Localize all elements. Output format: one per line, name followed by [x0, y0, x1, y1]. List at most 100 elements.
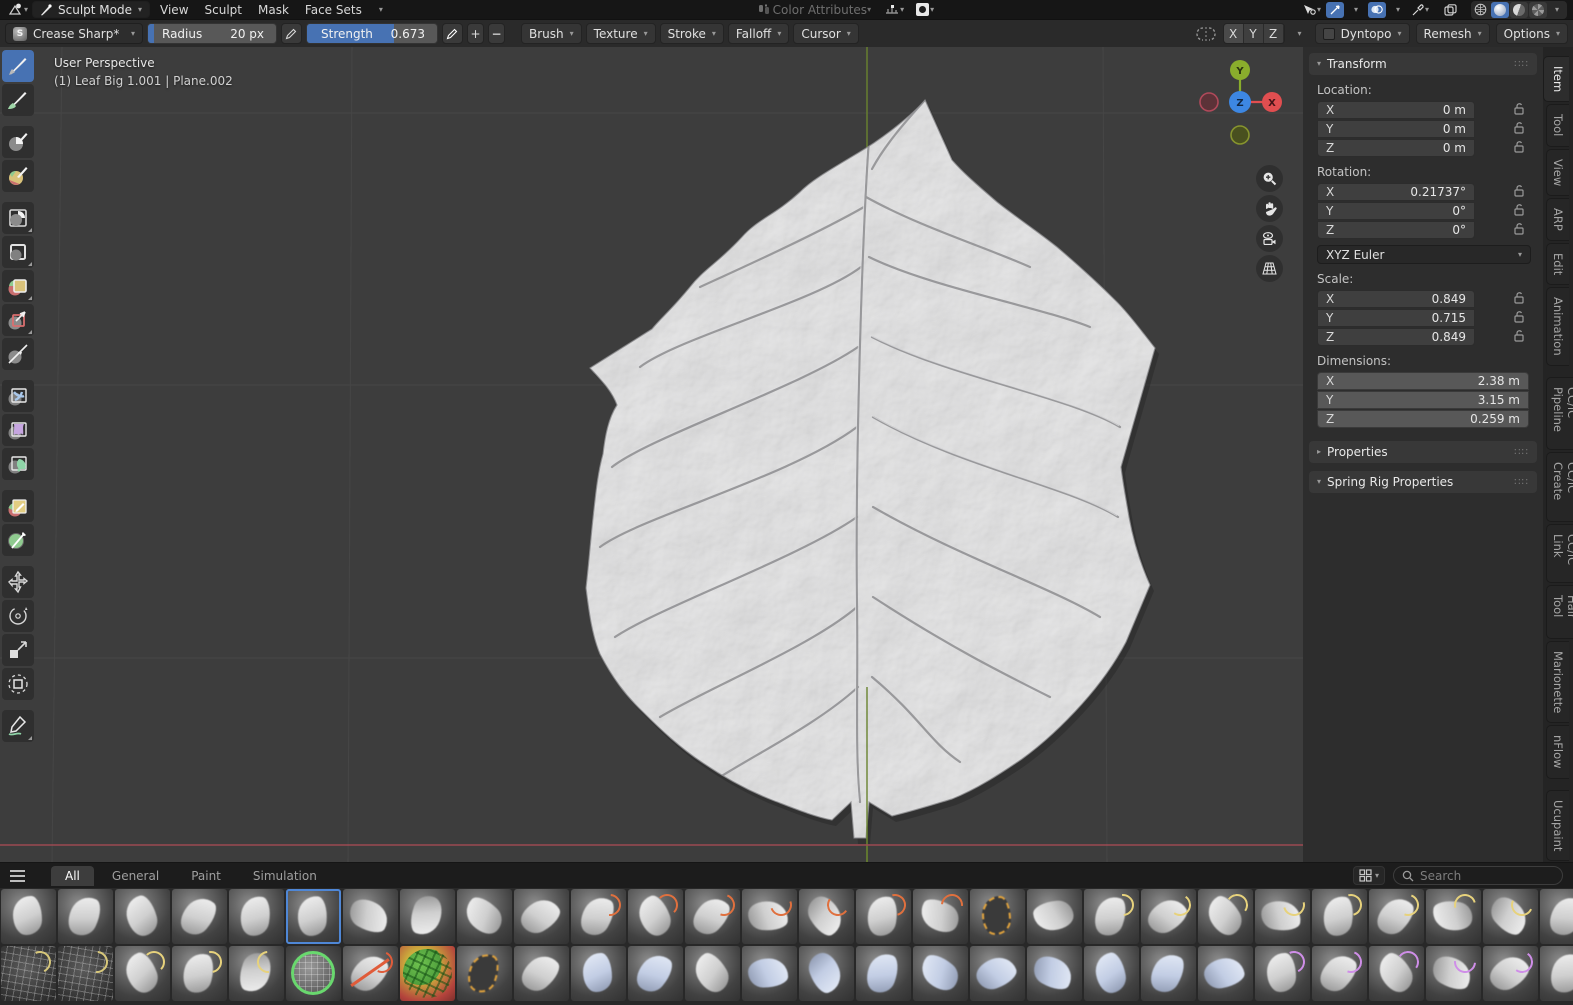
gizmos-dropdown[interactable]: ▾ — [1347, 2, 1365, 18]
brush-thumbnail[interactable] — [571, 946, 626, 1001]
shading-dropdown[interactable]: ▾ — [1548, 2, 1566, 18]
brush-thumbnail[interactable] — [685, 889, 740, 944]
sidebar-tab-ucupaint[interactable]: Ucupaint — [1546, 790, 1569, 861]
shelf-tab-all[interactable]: All — [51, 866, 94, 886]
brush-thumbnail[interactable] — [229, 946, 284, 1001]
brush-thumbnail[interactable] — [1312, 889, 1367, 944]
rotation-mode-dropdown[interactable]: XYZ Euler ▾ — [1317, 245, 1531, 264]
cloth-filter-tool[interactable] — [2, 414, 34, 446]
brush-thumbnail[interactable] — [457, 946, 512, 1001]
mirror-axis-z[interactable]: Z — [1264, 24, 1284, 43]
brush-thumbnail[interactable] — [1027, 889, 1082, 944]
brush-thumbnail[interactable] — [685, 946, 740, 1001]
sidebar-tab-tool[interactable]: Tool — [1546, 104, 1569, 146]
rotate-tool[interactable] — [2, 600, 34, 632]
unlock-icon[interactable] — [1513, 203, 1525, 219]
brush-display-dropdown[interactable]: ▾ — [914, 2, 936, 18]
brush-thumbnail[interactable] — [913, 889, 968, 944]
menu-face-sets[interactable]: Face Sets — [297, 2, 370, 18]
brush-thumbnail[interactable] — [514, 889, 569, 944]
axis-minus-x[interactable] — [1200, 93, 1218, 111]
brush-thumbnail[interactable] — [1198, 946, 1253, 1001]
camera-view-button[interactable] — [1256, 225, 1283, 252]
box-face-set-tool[interactable] — [2, 270, 34, 302]
brush-thumbnail[interactable] — [58, 889, 113, 944]
shelf-display-dropdown[interactable]: ▾ — [1353, 866, 1385, 885]
shelf-tab-general[interactable]: General — [98, 866, 173, 886]
mask-by-color-tool[interactable] — [2, 524, 34, 556]
mesh-filter-tool[interactable] — [2, 380, 34, 412]
sidebar-tab-arp[interactable]: ARP — [1546, 198, 1569, 241]
transform-panel-header[interactable]: ▾ Transform ∷∷ — [1309, 53, 1537, 75]
brush-thumbnail[interactable] — [856, 946, 911, 1001]
brush-thumbnail[interactable] — [1540, 889, 1573, 944]
navigation-gizmo[interactable]: Y X Z — [1195, 52, 1290, 147]
mask-brush[interactable] — [2, 126, 34, 158]
mirror-axis-y[interactable]: Y — [1244, 24, 1264, 43]
brush-subtract-button[interactable]: − — [488, 23, 505, 44]
scale-z-field[interactable]: Z0.849 — [1317, 328, 1475, 346]
radius-slider[interactable]: Radius 20 px — [147, 23, 277, 44]
popover-cursor[interactable]: Cursor▾ — [793, 23, 858, 44]
panel-drag-handle[interactable]: ∷∷ — [1514, 477, 1529, 488]
brush-thumbnail[interactable] — [286, 946, 341, 1001]
dimension-x-field[interactable]: X2.38 m — [1317, 372, 1529, 390]
brush-thumbnail[interactable] — [400, 889, 455, 944]
brush-thumbnail[interactable] — [571, 889, 626, 944]
location-y-field[interactable]: Y0 m — [1317, 120, 1475, 138]
brush-thumbnail[interactable] — [400, 946, 455, 1001]
brush-thumbnail[interactable] — [457, 889, 512, 944]
brush-thumbnail[interactable] — [172, 889, 227, 944]
rotation-x-field[interactable]: X0.21737° — [1317, 183, 1475, 201]
object-visibility-dropdown[interactable]: ▾ — [1301, 2, 1323, 18]
brush-thumbnail[interactable] — [1255, 889, 1310, 944]
viewport-3d[interactable]: User Perspective (1) Leaf Big 1.001 | Pl… — [0, 47, 1573, 862]
brush-thumbnail[interactable] — [1198, 889, 1253, 944]
popover-falloff[interactable]: Falloff▾ — [728, 23, 789, 44]
radius-pressure-toggle[interactable] — [281, 23, 302, 44]
brush-thumbnail[interactable] — [970, 889, 1025, 944]
draw-brush[interactable] — [2, 50, 34, 82]
box-mask-tool[interactable] — [2, 202, 34, 234]
sidebar-tab-hair-tool[interactable]: Hair Tool — [1546, 585, 1573, 639]
location-z-field[interactable]: Z0 m — [1317, 139, 1475, 157]
sidebar-tab-cc-ic-link[interactable]: CC/iC Link — [1546, 524, 1573, 583]
dimension-y-field[interactable]: Y3.15 m — [1317, 391, 1529, 409]
brush-thumbnail[interactable] — [1, 946, 56, 1001]
sidebar-tab-cc-ic-create[interactable]: CC/iC Create — [1546, 452, 1573, 521]
unlock-icon[interactable] — [1513, 140, 1525, 156]
draw-face-sets-brush[interactable] — [2, 160, 34, 192]
brush-thumbnail[interactable] — [1540, 946, 1573, 1001]
brush-thumbnail-selected[interactable] — [286, 889, 341, 944]
show-overlays-toggle[interactable] — [1368, 2, 1386, 18]
paint-brush[interactable] — [2, 84, 34, 116]
panel-drag-handle[interactable]: ∷∷ — [1514, 59, 1529, 70]
toggle-ortho-button[interactable] — [1256, 255, 1283, 282]
brush-thumbnail[interactable] — [1369, 946, 1424, 1001]
brush-thumbnail[interactable] — [1, 889, 56, 944]
rotation-y-field[interactable]: Y0° — [1317, 202, 1475, 220]
unlock-icon[interactable] — [1513, 121, 1525, 137]
sidebar-tab-view[interactable]: View — [1546, 149, 1569, 196]
brush-thumbnail[interactable] — [742, 889, 797, 944]
strength-slider[interactable]: Strength 0.673 — [306, 23, 438, 44]
shading-rendered-button[interactable] — [1529, 2, 1547, 18]
options-popover[interactable]: Options ▾ — [1496, 23, 1568, 44]
extra-menus-dropdown[interactable]: ▾ — [372, 2, 390, 18]
brush-thumbnail[interactable] — [799, 889, 854, 944]
strength-pressure-toggle[interactable] — [442, 23, 463, 44]
mode-selector[interactable]: Sculpt Mode ▾ — [32, 1, 150, 18]
brush-thumbnail[interactable] — [856, 889, 911, 944]
unlock-icon[interactable] — [1513, 222, 1525, 238]
mirror-axis-x[interactable]: X — [1224, 24, 1244, 43]
color-filter-tool[interactable] — [2, 448, 34, 480]
line-project-tool[interactable] — [2, 338, 34, 370]
brush-add-button[interactable]: + — [467, 23, 484, 44]
overlays-dropdown[interactable]: ▾ — [1389, 2, 1407, 18]
unlock-icon[interactable] — [1513, 184, 1525, 200]
remesh-popover[interactable]: Remesh ▾ — [1416, 23, 1490, 44]
panel-drag-handle[interactable]: ∷∷ — [1514, 447, 1529, 458]
rotation-z-field[interactable]: Z0° — [1317, 221, 1475, 239]
scale-tool[interactable] — [2, 634, 34, 666]
brush-thumbnail[interactable] — [172, 946, 227, 1001]
